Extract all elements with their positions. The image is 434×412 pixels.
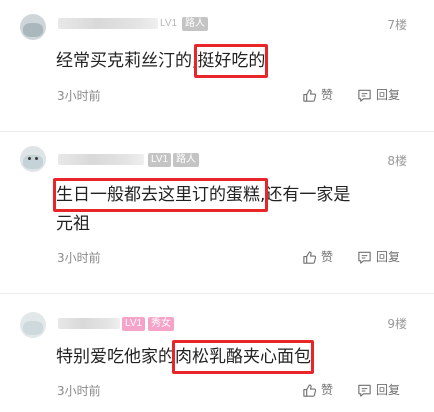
role-badge: 路人 [173, 153, 199, 167]
comment-text-plain: 特别爱吃他家的 [56, 347, 175, 367]
like-label: 赞 [321, 383, 334, 397]
role-badge: 路人 [182, 17, 208, 31]
avatar[interactable] [20, 146, 46, 172]
like-label: 赞 [321, 250, 334, 264]
like-button[interactable]: 赞 [302, 249, 333, 265]
comment-item: LV1 路人 8楼 生日一般都去这里订的蛋糕,还有一家是 元祖 3小时前 赞 回… [0, 132, 434, 292]
comment-text-line-2: 元祖 [56, 212, 90, 236]
username-blurred[interactable] [58, 318, 120, 329]
avatar[interactable] [20, 312, 46, 338]
comment-text: 特别爱吃他家的肉松乳酪夹心面包 [56, 340, 314, 374]
comment-time: 3小时前 [57, 251, 101, 265]
comment-text-highlighted: 生日一般都去这里订的蛋糕, [52, 178, 269, 212]
comment-text-plain: 还有一家是 [265, 185, 351, 205]
comment-text: 生日一般都去这里订的蛋糕,还有一家是 [52, 178, 351, 212]
avatar-eye [28, 157, 31, 160]
comment-list: LV1 路人 7楼 经常买克莉丝汀的,挺好吃的 3小时前 赞 回复 LV1 路人… [0, 0, 434, 412]
username-blurred[interactable] [58, 18, 158, 29]
thumbs-up-icon [303, 383, 317, 397]
avatar-image [23, 321, 43, 335]
avatar[interactable] [20, 14, 46, 40]
floor-number: 7楼 [387, 18, 407, 32]
comment-text-highlighted: 肉松乳酪夹心面包 [172, 340, 314, 374]
comment-bubble-icon [358, 251, 371, 264]
reply-label: 回复 [376, 383, 401, 397]
reply-button[interactable]: 回复 [357, 382, 400, 398]
reply-label: 回复 [376, 88, 401, 102]
comment-bubble-icon [358, 384, 371, 397]
comment-text-plain: 经常买克莉丝汀的, [56, 51, 198, 71]
username-blurred[interactable] [58, 154, 144, 165]
comment-text-plain: 元祖 [56, 214, 90, 234]
like-button[interactable]: 赞 [302, 382, 333, 398]
comment-bubble-icon [358, 89, 371, 102]
reply-button[interactable]: 回复 [357, 249, 400, 265]
thumbs-up-icon [303, 250, 317, 264]
comment-item: LV1 秀女 9楼 特别爱吃他家的肉松乳酪夹心面包 3小时前 赞 回复 [0, 294, 434, 412]
comment-time: 3小时前 [57, 89, 101, 103]
level-badge: LV1 [148, 153, 172, 167]
level-badge: LV1 [160, 18, 178, 29]
reply-label: 回复 [376, 250, 401, 264]
thumbs-up-icon [303, 88, 317, 102]
floor-number: 8楼 [387, 154, 407, 168]
role-badge: 秀女 [148, 317, 174, 331]
like-button[interactable]: 赞 [302, 87, 333, 103]
comment-text: 经常买克莉丝汀的,挺好吃的 [56, 44, 269, 78]
avatar-eye [35, 157, 38, 160]
comment-item: LV1 路人 7楼 经常买克莉丝汀的,挺好吃的 3小时前 赞 回复 [0, 0, 434, 130]
like-label: 赞 [321, 88, 334, 102]
avatar-image [23, 155, 43, 169]
avatar-image [23, 23, 43, 37]
reply-button[interactable]: 回复 [357, 87, 400, 103]
comment-text-highlighted: 挺好吃的 [194, 44, 269, 78]
comment-time: 3小时前 [57, 384, 101, 398]
level-badge: LV1 [122, 317, 146, 331]
floor-number: 9楼 [387, 317, 407, 331]
